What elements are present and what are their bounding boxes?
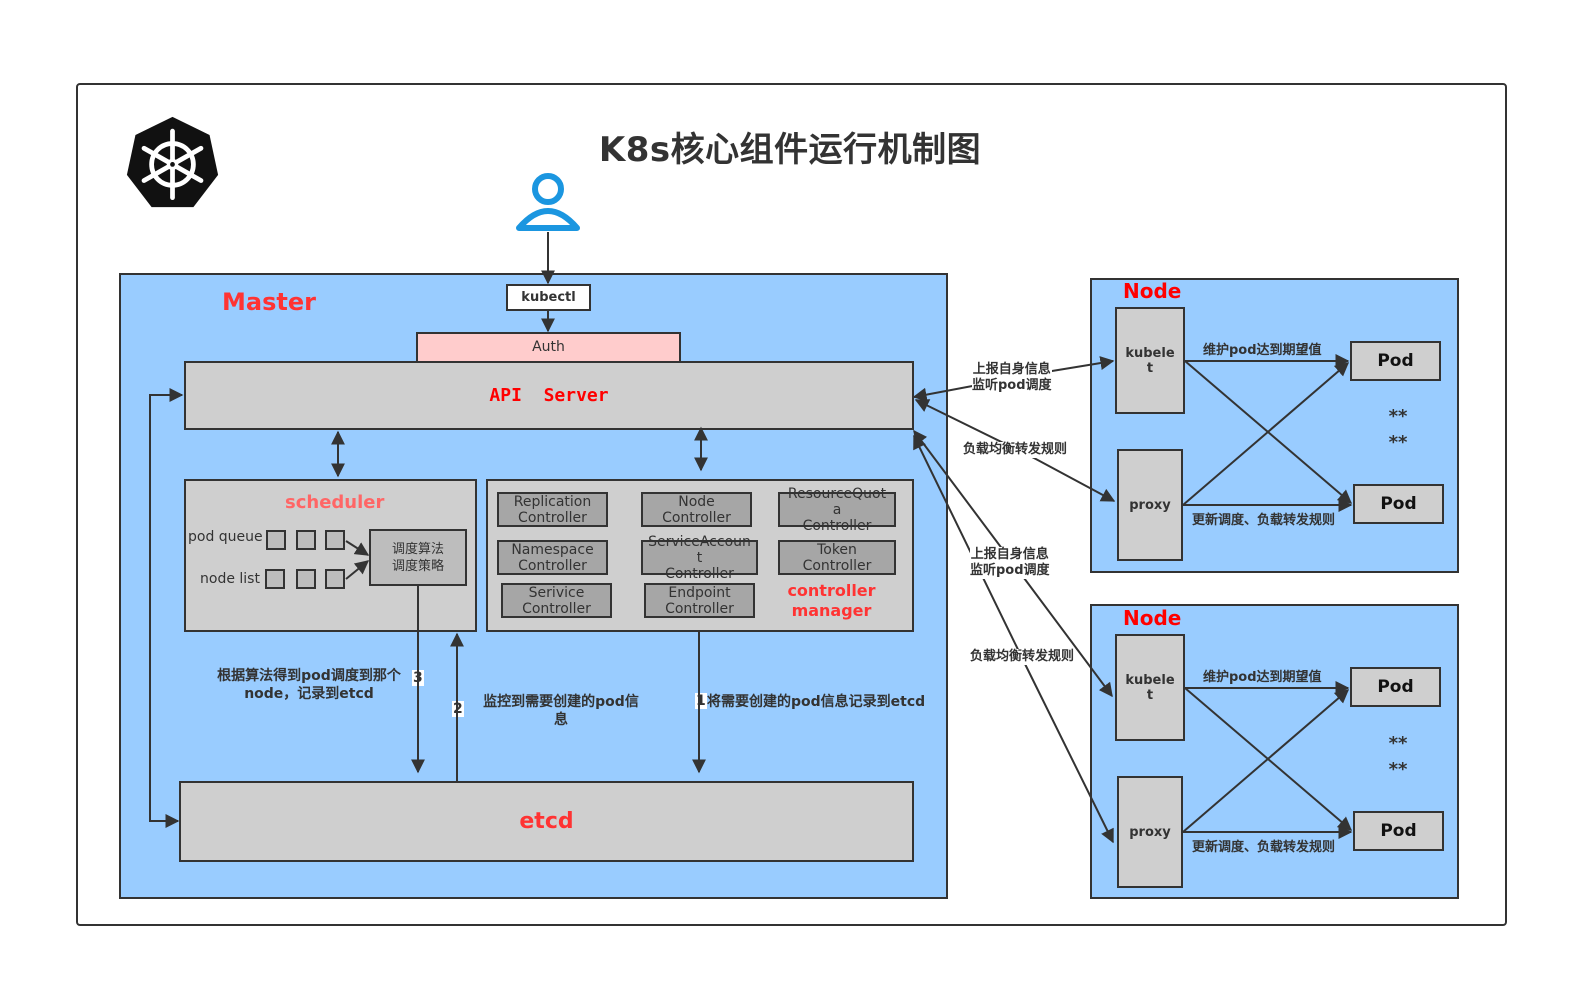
pod-label: Pod	[1377, 677, 1414, 697]
kubelet-note: 维护pod达到期望值	[1203, 343, 1322, 358]
controller-name: Serivice	[528, 584, 585, 601]
proxy-note: 更新调度、负载转发规则	[1192, 840, 1336, 855]
more-pods-ellipsis: ** **	[1380, 731, 1416, 783]
token-controller[interactable]: Token Controller	[778, 540, 896, 575]
link-label-line: 监听pod调度	[972, 378, 1052, 393]
controller-manager-label: controller manager	[774, 581, 889, 621]
api-server-label: API Server	[489, 385, 609, 406]
controller-suffix: Controller	[662, 509, 731, 526]
node-list-slot	[296, 569, 316, 589]
pod-queue-slot	[296, 530, 316, 550]
controller-name-wrap: t	[696, 549, 703, 566]
proxy-label: proxy	[1129, 497, 1171, 513]
step-1-number: 1	[695, 693, 707, 709]
controller-suffix: Controller	[802, 517, 872, 534]
controller-manager-label-line: manager	[791, 601, 872, 620]
step-1-note: 将需要创建的pod信息记录到etcd	[707, 694, 926, 710]
kubelet-label-wrap: t	[1146, 687, 1154, 703]
more-pods-ellipsis: ** **	[1380, 404, 1416, 456]
pod-queue-label: pod queue	[188, 529, 263, 545]
node-list-label: node list	[200, 571, 260, 587]
pod-box[interactable]: Pod	[1353, 484, 1444, 524]
kubelet-label-wrap: t	[1146, 360, 1154, 376]
controller-name: Node	[678, 493, 715, 510]
controller-suffix: Controller	[665, 600, 734, 617]
controller-name: ServiceAccoun	[648, 533, 751, 550]
proxy-box[interactable]: proxy	[1117, 776, 1183, 888]
ellipsis-line: **	[1388, 432, 1408, 453]
controller-name: ResourceQuot	[787, 485, 887, 502]
node1-kubelet-link-label: 上报自身信息 监听pod调度	[972, 362, 1052, 394]
pod-box[interactable]: Pod	[1350, 667, 1441, 707]
master-label: Master	[222, 288, 316, 316]
endpoint-controller[interactable]: Endpoint Controller	[644, 583, 755, 618]
pod-queue-slot	[325, 530, 345, 550]
ellipsis-line: **	[1388, 406, 1408, 427]
pod-label: Pod	[1380, 821, 1417, 841]
ellipsis-line: **	[1388, 733, 1408, 754]
controller-suffix: Controller	[665, 565, 734, 582]
user-icon	[516, 173, 580, 231]
policy-line: 调度策略	[391, 559, 444, 574]
service-controller[interactable]: Serivice Controller	[501, 583, 612, 618]
node-label: Node	[1123, 279, 1182, 303]
link-label-line: 上报自身信息	[972, 362, 1051, 377]
kubelet-note: 维护pod达到期望值	[1203, 670, 1322, 685]
namespace-controller[interactable]: Namespace Controller	[497, 540, 608, 575]
auth-box[interactable]: Auth	[416, 332, 681, 363]
pod-box[interactable]: Pod	[1353, 811, 1444, 851]
ellipsis-line: **	[1388, 759, 1408, 780]
link-label-line: 监听pod调度	[970, 563, 1050, 578]
scheduler-label: scheduler	[285, 492, 385, 513]
node-controller[interactable]: Node Controller	[641, 492, 752, 527]
node-list-slot	[265, 569, 285, 589]
controller-name: Replication	[513, 493, 592, 510]
pod-queue-slot	[266, 530, 286, 550]
node2-proxy-link-label: 负载均衡转发规则	[970, 649, 1075, 665]
algorithm-line: 调度算法	[391, 542, 444, 557]
controller-name: Endpoint	[668, 584, 731, 601]
proxy-box[interactable]: proxy	[1117, 449, 1183, 561]
etcd-label: etcd	[519, 809, 574, 834]
serviceaccount-controller[interactable]: ServiceAccoun t Controller	[641, 534, 758, 582]
step-2-note: 监控到需要创建的pod信息	[483, 694, 639, 728]
pod-box[interactable]: Pod	[1350, 341, 1441, 381]
controller-manager-label-line: controller	[787, 581, 876, 600]
controller-name: Namespace	[511, 541, 594, 558]
kubelet-box[interactable]: kubele t	[1115, 634, 1185, 741]
proxy-label: proxy	[1129, 824, 1171, 840]
controller-name-wrap: a	[832, 501, 842, 518]
step-2-number: 2	[452, 701, 464, 717]
pod-label: Pod	[1377, 351, 1414, 371]
api-server-box[interactable]: API Server	[184, 361, 914, 430]
step-3-note: 根据算法得到pod调度到那个node，记录到etcd	[217, 668, 401, 702]
controller-suffix: Controller	[518, 557, 587, 574]
link-label-line: 上报自身信息	[970, 547, 1049, 562]
controller-suffix: Controller	[522, 600, 591, 617]
etcd-box[interactable]: etcd	[179, 781, 914, 862]
controller-name: Token	[817, 541, 857, 558]
kubelet-label: kubele	[1125, 672, 1175, 688]
replication-controller[interactable]: Replication Controller	[497, 492, 608, 527]
controller-suffix: Controller	[802, 557, 872, 574]
resourcequota-controller[interactable]: ResourceQuot a Controller	[778, 486, 896, 534]
kubelet-label: kubele	[1125, 345, 1175, 361]
controller-suffix: Controller	[518, 509, 587, 526]
page-title: K8s核心组件运行机制图	[598, 130, 982, 170]
node-label: Node	[1123, 606, 1182, 630]
kubernetes-logo-icon	[126, 116, 219, 208]
node1-proxy-link-label: 负载均衡转发规则	[963, 442, 1068, 458]
pod-label: Pod	[1380, 494, 1417, 514]
node-list-slot	[325, 569, 345, 589]
kubelet-box[interactable]: kubele t	[1115, 307, 1185, 414]
node2-kubelet-link-label: 上报自身信息 监听pod调度	[970, 547, 1050, 579]
scheduling-algorithm-box[interactable]: 调度算法 调度策略	[369, 529, 467, 586]
kubectl-box[interactable]: kubectl	[506, 284, 591, 311]
step-3-number: 3	[412, 670, 424, 686]
proxy-note: 更新调度、负载转发规则	[1192, 513, 1336, 528]
